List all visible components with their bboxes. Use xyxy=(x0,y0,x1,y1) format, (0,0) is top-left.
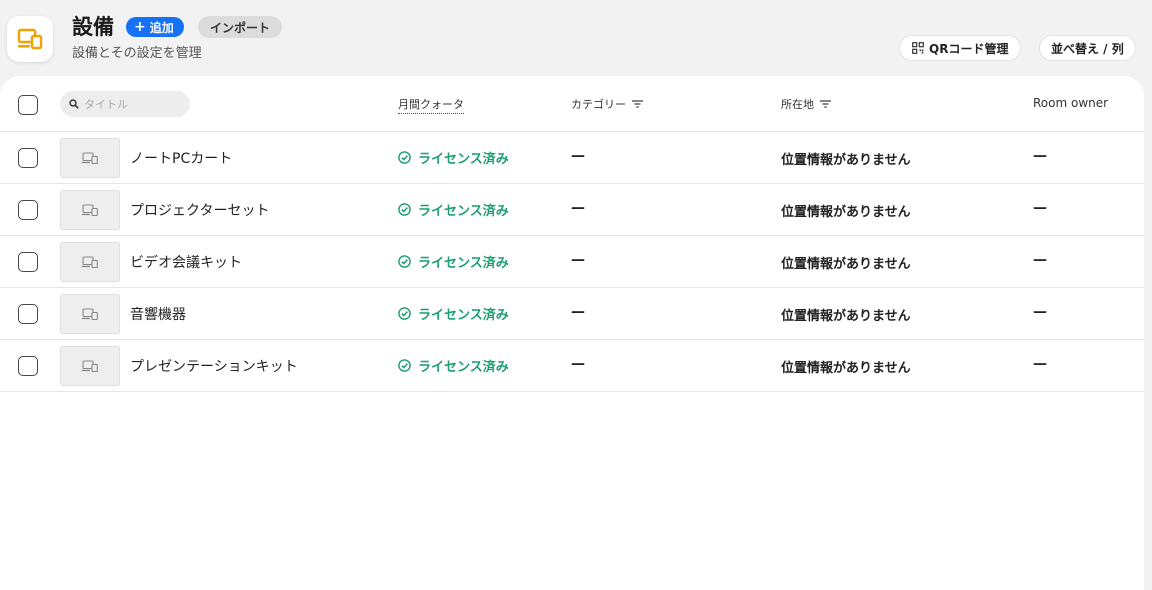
equipment-name[interactable]: 音響機器 xyxy=(130,304,186,324)
table-header: 月間クォータ カテゴリー 所在地 Room owner xyxy=(0,76,1144,132)
license-status: ライセンス済み xyxy=(398,304,509,323)
location-value: 位置情報がありません xyxy=(781,205,911,220)
location-value: 位置情報がありません xyxy=(781,257,911,272)
column-header-category[interactable]: カテゴリー xyxy=(571,96,643,112)
add-button-label: 追加 xyxy=(149,20,174,35)
owner-value: — xyxy=(1033,304,1047,320)
page-title: 設備 xyxy=(72,15,114,39)
qr-code-icon xyxy=(912,42,924,54)
qr-code-management-button[interactable]: QRコード管理 xyxy=(899,35,1022,61)
filter-icon[interactable] xyxy=(632,100,643,108)
table-row[interactable]: ビデオ会議キット ライセンス済み — 位置情報がありません — xyxy=(0,236,1144,288)
license-status: ライセンス済み xyxy=(398,252,509,271)
row-checkbox[interactable] xyxy=(18,148,38,168)
plus-icon: + xyxy=(134,19,146,35)
equipment-name[interactable]: ノートPCカート xyxy=(130,148,232,168)
equipment-thumbnail xyxy=(60,294,120,334)
column-header-quota[interactable]: 月間クォータ xyxy=(398,96,464,114)
table-row[interactable]: 音響機器 ライセンス済み — 位置情報がありません — xyxy=(0,288,1144,340)
owner-value: — xyxy=(1033,356,1047,372)
location-value: 位置情報がありません xyxy=(781,309,911,324)
table-row[interactable]: プロジェクターセット ライセンス済み — 位置情報がありません — xyxy=(0,184,1144,236)
license-label: ライセンス済み xyxy=(418,152,509,167)
owner-value: — xyxy=(1033,148,1047,164)
owner-value: — xyxy=(1033,200,1047,216)
search-input[interactable] xyxy=(84,97,179,111)
column-header-owner[interactable]: Room owner xyxy=(1033,96,1108,110)
check-circle-icon xyxy=(398,359,411,372)
devices-icon xyxy=(17,28,43,50)
title-search[interactable] xyxy=(60,91,190,117)
check-circle-icon xyxy=(398,307,411,320)
equipment-table-panel: 月間クォータ カテゴリー 所在地 Room owner xyxy=(0,76,1144,590)
equipment-name[interactable]: プレゼンテーションキット xyxy=(130,356,298,376)
license-label: ライセンス済み xyxy=(418,360,509,375)
category-value: — xyxy=(571,356,585,372)
category-value: — xyxy=(571,304,585,320)
check-circle-icon xyxy=(398,151,411,164)
qr-button-label: QRコード管理 xyxy=(929,41,1009,56)
location-value: 位置情報がありません xyxy=(781,153,911,168)
column-header-location[interactable]: 所在地 xyxy=(781,96,831,112)
license-status: ライセンス済み xyxy=(398,148,509,167)
search-icon xyxy=(69,99,79,109)
devices-icon xyxy=(82,152,98,164)
check-circle-icon xyxy=(398,255,411,268)
devices-icon xyxy=(82,256,98,268)
equipment-thumbnail xyxy=(60,138,120,178)
category-value: — xyxy=(571,148,585,164)
row-checkbox[interactable] xyxy=(18,252,38,272)
equipment-thumbnail xyxy=(60,190,120,230)
owner-value: — xyxy=(1033,252,1047,268)
location-value: 位置情報がありません xyxy=(781,361,911,376)
equipment-name[interactable]: ビデオ会議キット xyxy=(130,252,242,272)
category-value: — xyxy=(571,252,585,268)
license-label: ライセンス済み xyxy=(418,256,509,271)
filter-icon[interactable] xyxy=(820,100,831,108)
equipment-thumbnail xyxy=(60,346,120,386)
check-circle-icon xyxy=(398,203,411,216)
page-subtitle: 設備とその設定を管理 xyxy=(72,46,202,61)
page-header: 設備 + 追加 インポート 設備とその設定を管理 QRコード管理 並べ替え / … xyxy=(0,0,1152,80)
license-status: ライセンス済み xyxy=(398,356,509,375)
sort-columns-button[interactable]: 並べ替え / 列 xyxy=(1039,35,1136,61)
category-value: — xyxy=(571,200,585,216)
equipment-thumbnail xyxy=(60,242,120,282)
import-button[interactable]: インポート xyxy=(198,16,283,38)
equipment-name[interactable]: プロジェクターセット xyxy=(130,200,269,220)
license-label: ライセンス済み xyxy=(418,308,509,323)
devices-icon xyxy=(82,360,98,372)
license-label: ライセンス済み xyxy=(418,204,509,219)
equipment-app-icon xyxy=(7,16,53,62)
license-status: ライセンス済み xyxy=(398,200,509,219)
row-checkbox[interactable] xyxy=(18,200,38,220)
devices-icon xyxy=(82,204,98,216)
row-checkbox[interactable] xyxy=(18,304,38,324)
table-row[interactable]: プレゼンテーションキット ライセンス済み — 位置情報がありません — xyxy=(0,340,1144,392)
table-row[interactable]: ノートPCカート ライセンス済み — 位置情報がありません — xyxy=(0,132,1144,184)
select-all-checkbox[interactable] xyxy=(18,95,38,115)
add-button[interactable]: + 追加 xyxy=(126,17,184,37)
devices-icon xyxy=(82,308,98,320)
row-checkbox[interactable] xyxy=(18,356,38,376)
